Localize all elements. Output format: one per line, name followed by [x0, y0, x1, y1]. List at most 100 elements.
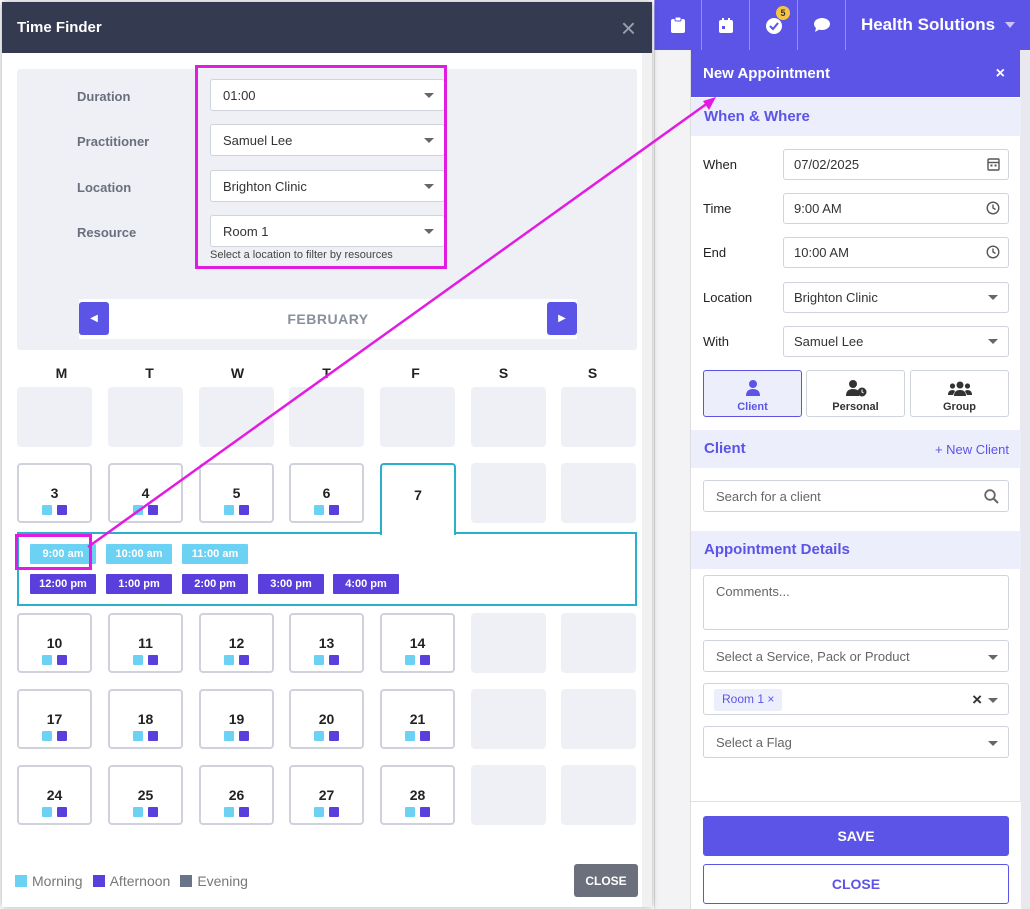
availability-dots — [19, 655, 90, 665]
type-client-button[interactable]: Client — [703, 370, 802, 417]
end-row: End 10:00 AM — [691, 237, 1021, 269]
day-cell[interactable]: 26 — [199, 765, 274, 825]
new-client-link[interactable]: + New Client — [935, 442, 1009, 457]
slot-afternoon-0[interactable]: 12:00 pm — [30, 574, 96, 594]
organization-switcher[interactable]: Health Solutions — [846, 0, 1030, 50]
close-button[interactable]: CLOSE — [703, 864, 1009, 904]
slot-afternoon-4[interactable]: 4:00 pm — [333, 574, 399, 594]
calendar-button[interactable] — [702, 0, 750, 50]
day-cell[interactable]: 6 — [289, 463, 364, 523]
duration-label: Duration — [77, 89, 131, 104]
slot-afternoon-1[interactable]: 1:00 pm — [106, 574, 172, 594]
resource-multiselect[interactable]: Room 1 × × — [703, 683, 1009, 715]
empty-day-cell — [108, 387, 183, 447]
day-cell[interactable]: 12 — [199, 613, 274, 673]
evening-swatch — [180, 875, 193, 887]
with-row: With Samuel Lee — [691, 326, 1021, 358]
new-appointment-title: New Appointment — [703, 65, 830, 82]
time-finder-modal: Time Finder × Duration 01:00 Practitione… — [2, 2, 652, 907]
clipboard-button[interactable] — [654, 0, 702, 50]
availability-dots — [291, 731, 362, 741]
flag-select[interactable]: Select a Flag — [703, 726, 1009, 758]
time-finder-scrollbar[interactable] — [642, 53, 652, 907]
time-finder-close-button[interactable]: CLOSE — [574, 864, 638, 897]
legend: Morning Afternoon Evening — [15, 873, 248, 889]
availability-dots — [382, 807, 453, 817]
afternoon-dot — [420, 731, 430, 741]
tasks-button[interactable]: 5 — [750, 0, 798, 50]
appointment-footer: SAVE CLOSE — [691, 801, 1021, 909]
day-cell[interactable]: 20 — [289, 689, 364, 749]
clear-icon[interactable]: × — [972, 690, 982, 710]
selected-day-cell[interactable]: 7 — [380, 463, 456, 535]
type-group-button[interactable]: Group — [910, 370, 1009, 417]
afternoon-dot — [239, 655, 249, 665]
availability-dots — [291, 807, 362, 817]
empty-day-cell — [471, 765, 546, 825]
day-cell[interactable]: 27 — [289, 765, 364, 825]
appointment-details-section: Appointment Details — [691, 531, 1021, 569]
save-button[interactable]: SAVE — [703, 816, 1009, 856]
day-number: 26 — [228, 787, 245, 803]
slot-morning-1[interactable]: 10:00 am — [106, 544, 172, 564]
day-cell[interactable]: 18 — [108, 689, 183, 749]
slot-morning-2[interactable]: 11:00 am — [182, 544, 248, 564]
day-cell[interactable]: 19 — [199, 689, 274, 749]
type-personal-button[interactable]: Personal — [806, 370, 905, 417]
location-label: Location — [77, 180, 132, 195]
day-cell[interactable]: 11 — [108, 613, 183, 673]
search-icon — [984, 489, 999, 504]
resource-tag: Room 1 × — [714, 689, 783, 711]
location-select[interactable]: Brighton Clinic — [783, 282, 1009, 313]
close-icon[interactable]: × — [996, 65, 1005, 83]
slot-afternoon-3[interactable]: 3:00 pm — [258, 574, 324, 594]
selected-day-number: 7 — [414, 487, 422, 503]
background-scrollbar — [1020, 50, 1030, 909]
availability-dots — [110, 731, 181, 741]
morning-dot — [133, 505, 143, 515]
morning-dot — [224, 731, 234, 741]
next-month-button[interactable]: ▶ — [547, 302, 577, 335]
practitioner-select[interactable]: Samuel Lee — [783, 326, 1009, 357]
when-row: When 07/02/2025 — [691, 149, 1021, 181]
user-icon — [745, 380, 760, 396]
comments-textarea[interactable]: Comments... — [703, 575, 1009, 630]
messages-button[interactable] — [798, 0, 846, 50]
day-cell[interactable]: 14 — [380, 613, 455, 673]
day-number: 4 — [141, 485, 150, 501]
date-input[interactable]: 07/02/2025 — [783, 149, 1009, 180]
morning-dot — [42, 505, 52, 515]
day-number: 12 — [228, 635, 245, 651]
client-search-input[interactable]: Search for a client — [703, 480, 1009, 512]
day-number: 6 — [322, 485, 331, 501]
day-cell[interactable]: 17 — [17, 689, 92, 749]
day-cell[interactable]: 10 — [17, 613, 92, 673]
slot-afternoon-2[interactable]: 2:00 pm — [182, 574, 248, 594]
afternoon-dot — [239, 731, 249, 741]
afternoon-dot — [148, 505, 158, 515]
morning-dot — [405, 655, 415, 665]
start-time-input[interactable]: 9:00 AM — [783, 193, 1009, 224]
availability-dots — [201, 731, 272, 741]
legend-evening: Evening — [180, 873, 248, 889]
day-cell[interactable]: 5 — [199, 463, 274, 523]
morning-dot — [405, 807, 415, 817]
day-cell[interactable]: 3 — [17, 463, 92, 523]
day-cell[interactable]: 13 — [289, 613, 364, 673]
month-name: FEBRUARY — [287, 311, 369, 327]
filters-highlight-box — [195, 65, 447, 269]
availability-dots — [201, 655, 272, 665]
service-select[interactable]: Select a Service, Pack or Product — [703, 640, 1009, 672]
day-cell[interactable]: 28 — [380, 765, 455, 825]
day-cell[interactable]: 4 — [108, 463, 183, 523]
day-cell[interactable]: 25 — [108, 765, 183, 825]
end-time-input[interactable]: 10:00 AM — [783, 237, 1009, 268]
clock-icon — [986, 201, 1000, 215]
remove-tag-icon[interactable]: × — [767, 692, 774, 706]
client-section-title: Client — [704, 440, 746, 457]
day-cell[interactable]: 24 — [17, 765, 92, 825]
time-finder-close-icon[interactable]: × — [621, 15, 636, 41]
morning-dot — [314, 731, 324, 741]
chevron-down-icon — [1005, 22, 1016, 28]
day-cell[interactable]: 21 — [380, 689, 455, 749]
